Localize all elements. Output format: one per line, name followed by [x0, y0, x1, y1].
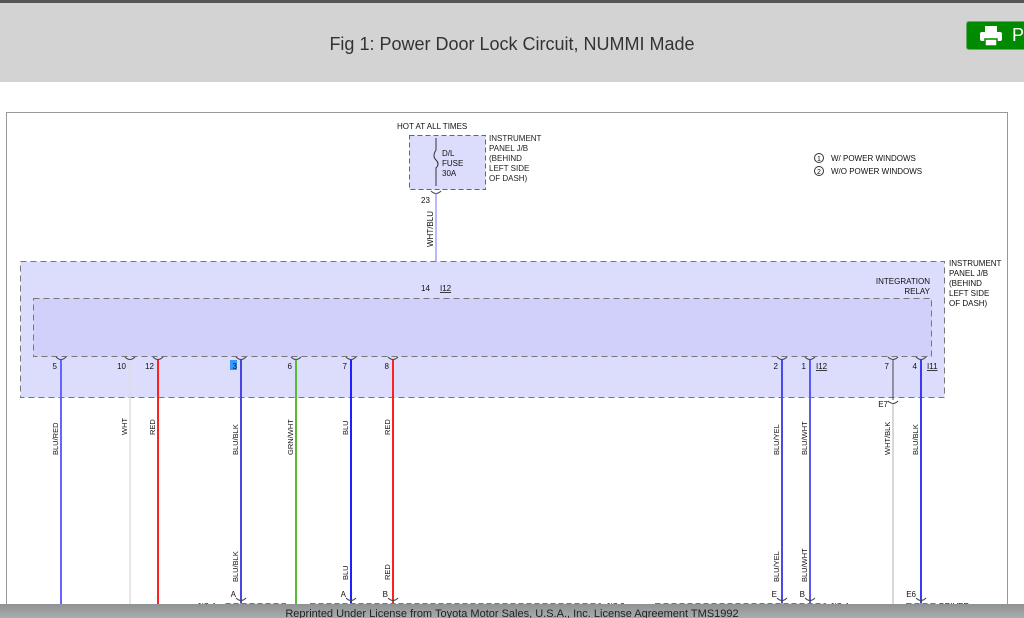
printer-icon: [980, 25, 1002, 47]
wire-label: RED: [383, 419, 392, 435]
wire-label-lower: RED: [383, 564, 392, 580]
connector-ref: I12: [816, 362, 828, 371]
jb-location-line: OF DASH): [949, 299, 988, 308]
wire-label: WHT/BLK: [883, 422, 892, 455]
pin-e7: E7: [878, 400, 888, 409]
wire-label: BLU/WHT: [800, 421, 809, 455]
pin-number: 7: [885, 362, 890, 371]
fuse-pin-23: 23: [421, 196, 430, 205]
jb-location-line: (BEHIND: [949, 279, 982, 288]
jb-location-line: PANEL J/B: [949, 269, 988, 278]
wire-label: BLU/BLK: [231, 424, 240, 455]
pin-number: 12: [145, 362, 154, 371]
end-pin-label: B: [800, 590, 805, 599]
wire-label: GRN/WHT: [286, 419, 295, 455]
pin-connector: [887, 400, 899, 404]
wire-label-lower: BLU/WHT: [800, 548, 809, 582]
pin-number: 5: [53, 362, 58, 371]
wire-label: WHT: [120, 418, 129, 435]
pin-number: 6: [288, 362, 293, 371]
relay-pin-14: 14: [421, 284, 430, 293]
wire-label: BLU: [341, 420, 350, 435]
fuse-location-line: PANEL J/B: [489, 144, 528, 153]
pin-number: 3: [233, 362, 238, 371]
wire-label: WHT/BLU: [426, 211, 435, 247]
fuse-location-line: OF DASH): [489, 174, 528, 183]
wire-label-lower: BLU: [341, 565, 350, 580]
header-bar: Fig 1: Power Door Lock Circuit, NUMMI Ma…: [0, 0, 1024, 82]
fuse-location-line: LEFT SIDE: [489, 164, 529, 173]
end-pin-label: A: [341, 590, 347, 599]
footer-license: Reprinted Under License from Toyota Moto…: [0, 604, 1024, 618]
wiring-diagram: HOT AT ALL TIMESD/LFUSE30AINSTRUMENTPANE…: [6, 112, 1008, 618]
connector-i12: I12: [440, 284, 452, 293]
page-title: Fig 1: Power Door Lock Circuit, NUMMI Ma…: [329, 34, 695, 54]
fuse-location-line: (BEHIND: [489, 154, 522, 163]
end-pin-label: E: [772, 590, 777, 599]
legend-number: 2: [817, 169, 821, 176]
end-pin-label: E6: [906, 590, 916, 599]
integration-relay: [33, 298, 932, 357]
print-button[interactable]: P: [966, 21, 1024, 50]
connector-ref: I11: [927, 362, 938, 371]
pin-number: 8: [385, 362, 390, 371]
end-pin-label: A: [231, 590, 237, 599]
jb-location-line: LEFT SIDE: [949, 289, 989, 298]
fuse-location-line: INSTRUMENT: [489, 134, 542, 143]
jb-location-line: INSTRUMENT: [949, 259, 1002, 268]
print-label: P: [1012, 25, 1024, 45]
legend-text: W/ POWER WINDOWS: [831, 154, 916, 163]
pin-number: 7: [343, 362, 348, 371]
fuse-name-line: D/L: [442, 149, 455, 158]
pin-number: 10: [117, 362, 126, 371]
pin-number: 4: [913, 362, 918, 371]
relay-label: INTEGRATION: [876, 277, 930, 286]
legend-number: 1: [817, 156, 821, 163]
wire-label: BLU/YEL: [772, 424, 781, 455]
wire-label: BLU/RED: [51, 422, 60, 455]
wire-label-lower: BLU/YEL: [772, 551, 781, 582]
relay-label: RELAY: [904, 287, 930, 296]
pin-number: 1: [802, 362, 807, 371]
wire-label: BLU/BLK: [911, 424, 920, 455]
fuse-name-line: 30A: [442, 169, 457, 178]
wire-label: RED: [148, 419, 157, 435]
pin-number: 2: [774, 362, 779, 371]
hot-at-all-times-label: HOT AT ALL TIMES: [397, 122, 467, 131]
fuse-name-line: FUSE: [442, 159, 463, 168]
legend-text: W/O POWER WINDOWS: [831, 167, 922, 176]
wire-label-lower: BLU/BLK: [231, 551, 240, 582]
end-pin-label: B: [383, 590, 388, 599]
